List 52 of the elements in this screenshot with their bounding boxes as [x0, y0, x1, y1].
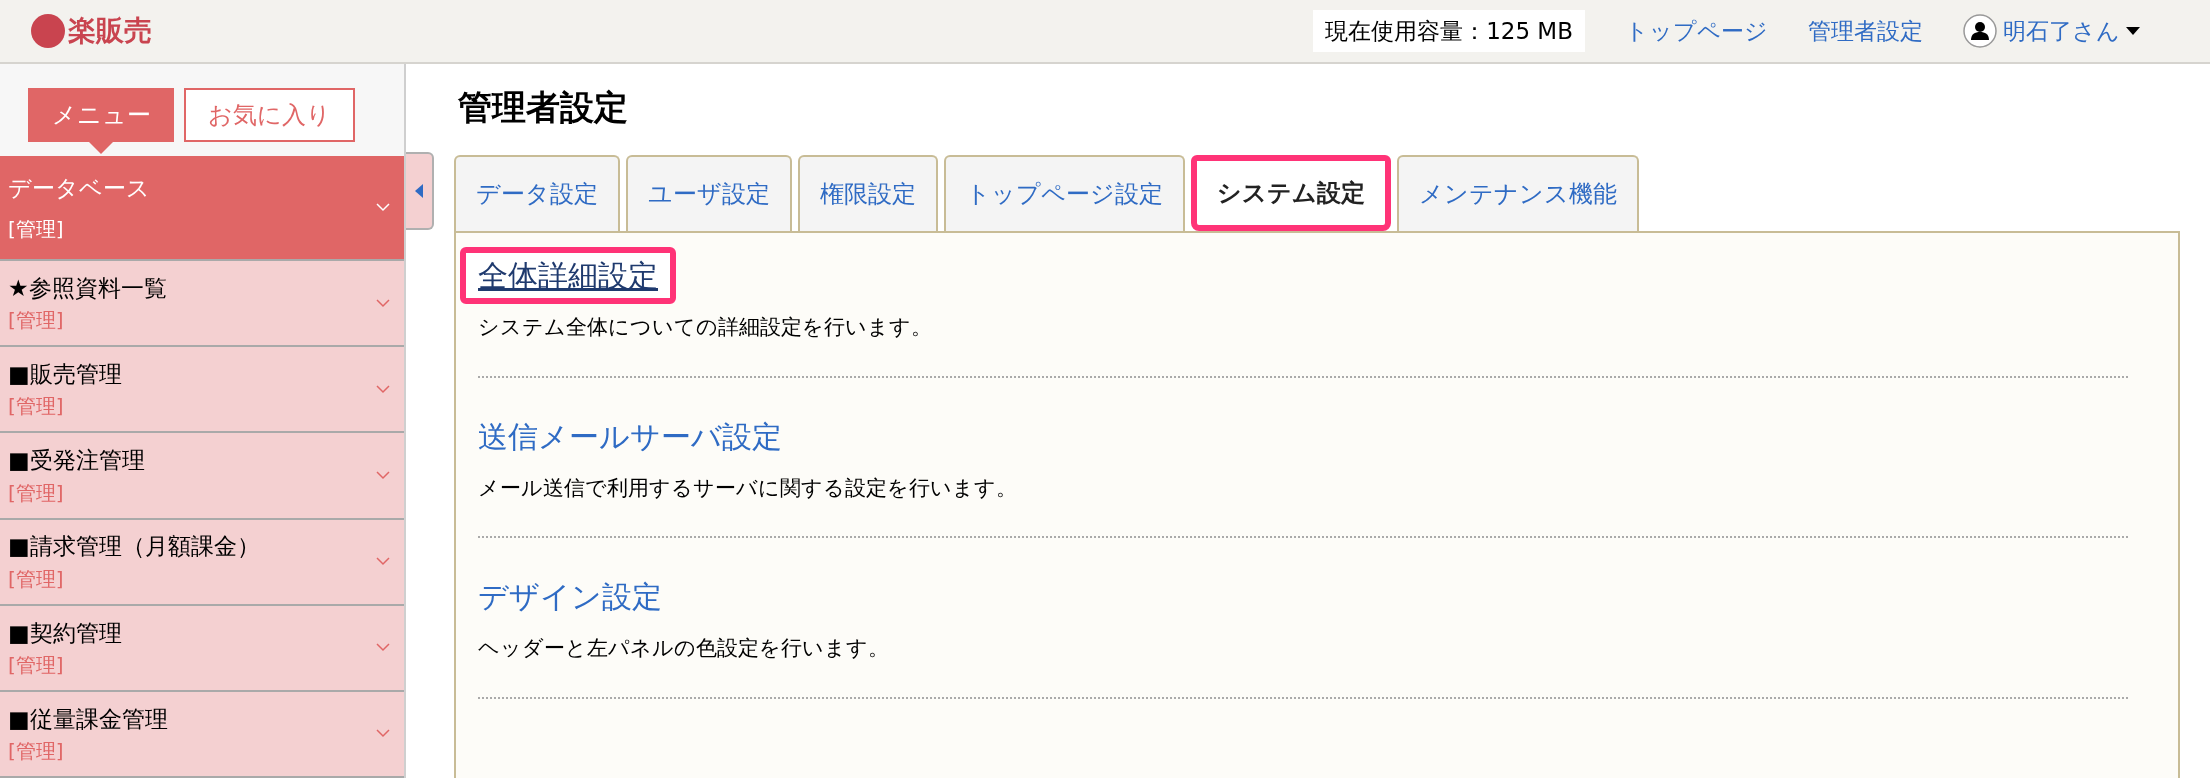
collapse-sidebar-button[interactable] — [406, 152, 434, 230]
chevron-down-icon — [376, 203, 390, 212]
sidebar-item[interactable]: ■請求管理（月額課金） [管理] — [0, 519, 404, 606]
caret-left-icon — [415, 184, 423, 198]
chevron-down-icon — [376, 298, 390, 308]
sidebar-item-role: [管理] — [8, 307, 65, 335]
settings-tab[interactable]: データ設定 — [454, 155, 620, 231]
sidebar-item-label: ■販売管理 — [8, 360, 123, 389]
section-link[interactable]: 全体詳細設定 — [460, 247, 676, 304]
section-description: ヘッダーと左パネルの色設定を行います。 — [478, 635, 890, 662]
section-link[interactable]: デザイン設定 — [478, 574, 662, 619]
sidebar-item-role: [管理] — [8, 652, 65, 679]
sidebar-item[interactable]: ■受発注管理 [管理] — [0, 433, 404, 520]
section-link[interactable]: 送信メールサーバ設定 — [478, 413, 782, 459]
chevron-down-icon — [376, 729, 390, 739]
section-description: システム全体についての詳細設定を行います。 — [478, 314, 933, 341]
sidebar-item-label: ■従量課金管理 — [8, 704, 169, 734]
caret-icon — [2126, 26, 2140, 36]
sidebar-item-role: [管理] — [8, 565, 65, 593]
sidebar-item-label: ■請求管理（月額課金） — [8, 532, 261, 562]
sidebar-item-role: [管理] — [8, 479, 65, 507]
sidebar-item-label: ★参照資料一覧 — [8, 273, 168, 303]
settings-tab[interactable]: トップページ設定 — [944, 155, 1185, 231]
sidebar-tab[interactable]: お気に入り — [184, 88, 355, 142]
sidebar-item[interactable]: ■販売管理 [管理] — [0, 347, 404, 434]
chevron-down-icon — [376, 470, 390, 480]
settings-tab[interactable]: システム設定 — [1191, 155, 1391, 231]
sidebar-item[interactable]: ■従量課金管理 [管理] — [0, 691, 404, 778]
header-link[interactable]: 管理者設定 — [1808, 13, 1923, 49]
section-description: メール送信で利用するサーバに関する設定を行います。 — [478, 474, 1018, 502]
logo-text: 楽販売 — [68, 13, 152, 49]
storage-usage: 現在使用容量：125 MB — [1313, 9, 1585, 53]
chevron-down-icon — [376, 643, 390, 653]
sidebar-item-role: [管理] — [8, 738, 65, 766]
sidebar-item[interactable]: ■契約管理 [管理] — [0, 605, 404, 692]
sidebar-item-role: [管理] — [8, 215, 65, 243]
sidebar-item-label: ■受発注管理 — [8, 446, 146, 476]
sidebar-item-label: データベース — [8, 174, 151, 204]
chevron-down-icon — [376, 557, 390, 567]
user-avatar-icon — [1963, 14, 1997, 48]
user-menu[interactable]: 明石了さん — [1963, 13, 2140, 49]
sidebar-item-label: ■契約管理 — [8, 618, 123, 648]
settings-tab[interactable]: ユーザ設定 — [626, 155, 792, 231]
chevron-down-icon — [376, 384, 390, 394]
header-link[interactable]: トップページ — [1625, 13, 1768, 49]
logo-icon — [30, 13, 66, 49]
settings-tab[interactable]: 権限設定 — [798, 155, 938, 231]
sidebar-item[interactable]: データベース [管理] — [0, 156, 404, 261]
settings-tab[interactable]: メンテナンス機能 — [1397, 155, 1639, 231]
page-title: 管理者設定 — [458, 86, 629, 129]
sidebar-item[interactable]: ★参照資料一覧 [管理] — [0, 261, 404, 348]
sidebar-item-role: [管理] — [8, 393, 65, 421]
